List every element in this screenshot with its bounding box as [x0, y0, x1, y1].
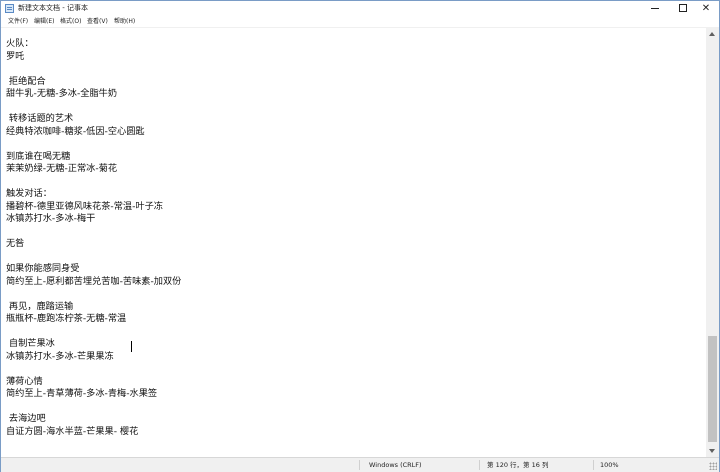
text-line: 如果你能感同身受 — [6, 263, 80, 274]
text-line: 自证方圆-海水半蓝-芒果果- 樱花 — [6, 425, 139, 437]
menu-help[interactable]: 帮助(H) — [114, 16, 135, 27]
close-icon: ✕ — [701, 3, 711, 14]
vertical-scrollbar[interactable] — [706, 28, 719, 457]
text-line: 经典特浓咖啡-糖浆-低因-空心圆匙 — [6, 125, 145, 137]
text-line: 冰镇苏打水-多冰-芒果果冻 — [6, 350, 114, 362]
maximize-icon — [679, 4, 687, 12]
text-line: 触发对话： — [6, 188, 52, 199]
title-bar[interactable]: 新建文本文档 - 记事本 ✕ — [1, 1, 719, 16]
text-line: 茉茉奶绿-无糖-正常冰-菊花 — [6, 163, 118, 174]
text-line: 简约至上-青草薄荷-多冰-青梅-水果签 — [6, 388, 158, 399]
status-divider — [359, 460, 360, 470]
text-caret — [131, 341, 132, 352]
status-cursor-position: 第 120 行，第 16 列 — [487, 461, 549, 469]
scrollbar-thumb[interactable] — [708, 336, 717, 442]
text-line: 简约至上-愿利都苦埋兑苦咖-苦味素-加双份 — [6, 275, 182, 287]
minimize-icon — [651, 8, 659, 9]
close-button[interactable]: ✕ — [692, 1, 720, 16]
text-editor[interactable]: 火队： 罗吒 拒绝配合 甜牛乳-无糖-多冰-全脂牛奶 转移话题的艺术 经典特浓咖啡-糖… — [1, 28, 706, 457]
notepad-window: 新建文本文档 - 记事本 ✕ 文件(F) 编辑(E) 格式(O) 查看(V) 帮… — [0, 0, 720, 472]
menu-view[interactable]: 查看(V) — [87, 16, 108, 27]
scroll-up-arrow-icon[interactable] — [709, 32, 715, 36]
text-line: 拒绝配合 — [6, 75, 46, 87]
menu-bar: 文件(F) 编辑(E) 格式(O) 查看(V) 帮助(H) — [1, 16, 719, 28]
status-bar: Windows (CRLF) 第 120 行，第 16 列 100% — [1, 457, 719, 472]
window-title: 新建文本文档 - 记事本 — [18, 4, 88, 12]
status-zoom: 100% — [600, 461, 619, 469]
text-line: 自制芒果冰 — [6, 338, 55, 349]
text-line: 播碧杯-德里亚德风味花茶-常温-叶子冻 — [6, 200, 163, 212]
notepad-icon — [5, 4, 14, 13]
menu-format[interactable]: 格式(O) — [60, 16, 81, 27]
text-line: 去海边吧 — [6, 413, 46, 424]
status-divider — [593, 460, 594, 470]
text-line: 甜牛乳-无糖-多冰-全脂牛奶 — [6, 88, 118, 99]
status-encoding: Windows (CRLF) — [369, 461, 422, 469]
text-line: 无咎 — [6, 238, 25, 249]
menu-file[interactable]: 文件(F) — [8, 16, 28, 27]
text-line: 瓶瓶杯-鹿跑冻柠茶-无糖-常温 — [6, 313, 127, 324]
text-line: 火队： — [6, 38, 34, 49]
text-line: 薄荷心情 — [6, 375, 43, 387]
status-divider — [479, 460, 480, 470]
minimize-button[interactable] — [641, 1, 669, 16]
text-line: 再见，鹿踏运输 — [6, 300, 74, 312]
text-line: 转移话题的艺术 — [6, 113, 74, 124]
resize-grip-icon[interactable] — [709, 462, 717, 470]
text-line: 冰镇苏打水-多冰-梅干 — [6, 213, 96, 224]
text-line: 罗吒 — [6, 50, 25, 62]
text-line: 到底谁在喝无糖 — [6, 150, 71, 162]
menu-edit[interactable]: 编辑(E) — [34, 16, 54, 27]
scroll-down-arrow-icon[interactable] — [709, 449, 715, 453]
